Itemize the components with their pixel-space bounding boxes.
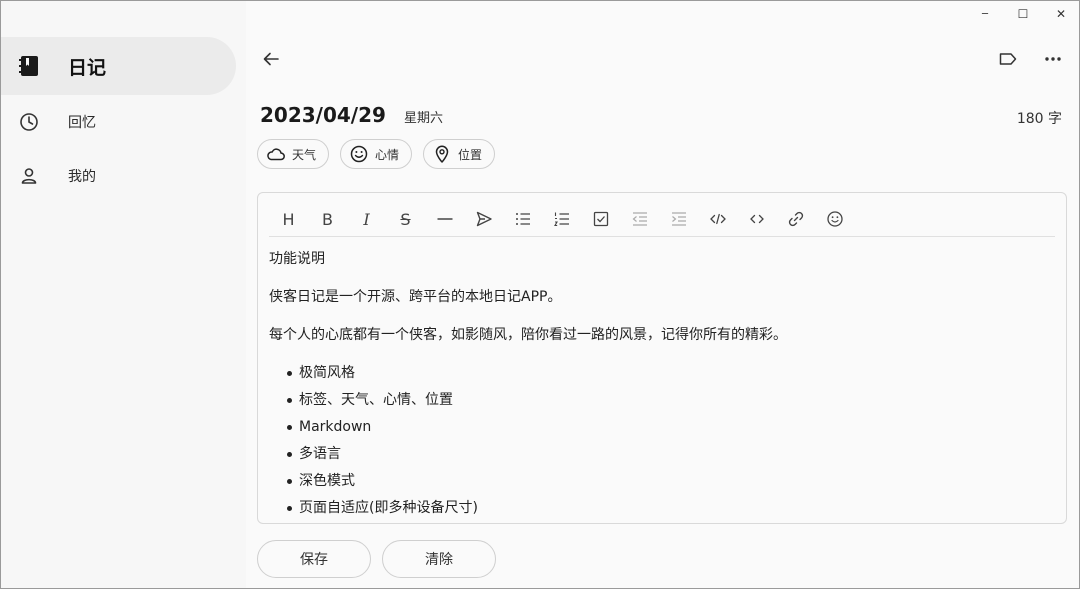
list-item: 页面自适应(即多种设备尺寸)	[285, 498, 1054, 523]
chip-label: 心情	[375, 147, 400, 162]
sidebar-item-label: 日记	[68, 56, 107, 79]
inline-code-button[interactable]	[737, 205, 776, 233]
list-item: 深色模式	[285, 471, 1054, 498]
link-button[interactable]	[776, 205, 815, 233]
code-block-button[interactable]	[698, 205, 737, 233]
sidebar-item-memories[interactable]: 回忆	[0, 93, 236, 151]
word-count: 180 字	[1016, 111, 1062, 127]
chip-label: 位置	[458, 147, 483, 162]
paragraph: 功能说明	[269, 251, 325, 267]
emoji-icon	[826, 211, 843, 227]
sidebar-item-label: 我的	[68, 169, 96, 185]
ordered-list-icon	[553, 212, 569, 227]
more-horizontal-icon	[1045, 57, 1061, 61]
list-item: 标签、天气、心情、位置	[285, 390, 1054, 417]
bullet-list-button[interactable]	[503, 205, 542, 233]
entry-weekday: 星期六	[403, 111, 443, 126]
clear-button[interactable]: 清除	[382, 540, 496, 578]
send-button[interactable]	[464, 205, 503, 233]
ordered-list-button[interactable]	[542, 205, 581, 233]
entry-date[interactable]: 2023/04/29	[260, 103, 386, 127]
mood-chip[interactable]: 心情	[340, 139, 413, 169]
sidebar: 日记 回忆 我的	[0, 0, 246, 589]
horizontal-rule-button[interactable]	[425, 205, 464, 233]
link-icon	[788, 211, 803, 227]
code-block-icon	[709, 213, 726, 225]
arrow-left-icon	[263, 52, 279, 66]
editor-toolbar: H B I S	[269, 202, 1055, 237]
bold-button[interactable]: B	[308, 205, 347, 233]
location-pin-icon	[432, 144, 452, 164]
save-button[interactable]: 保存	[257, 540, 371, 578]
inline-code-icon	[749, 214, 764, 224]
list-item: 多语言	[285, 444, 1054, 471]
entry-meta-chips: 天气 心情 位置	[257, 139, 496, 169]
cloud-icon	[266, 144, 286, 164]
tag-icon	[999, 53, 1017, 65]
horizontal-rule-icon	[437, 218, 452, 220]
markdown-editor[interactable]: H B I S 功能说明 侠客日记是一个开源、跨平台的本地日记APP。 每个人的…	[257, 192, 1067, 524]
action-buttons: 保存 清除	[257, 540, 496, 578]
back-button[interactable]	[258, 46, 284, 72]
chip-label: 天气	[292, 147, 317, 162]
indent-button[interactable]	[659, 205, 698, 233]
sidebar-item-diary[interactable]: 日记	[0, 37, 236, 95]
editor-content[interactable]: 功能说明 侠客日记是一个开源、跨平台的本地日记APP。 每个人的心底都有一个侠客…	[269, 249, 1054, 523]
sidebar-item-label: 回忆	[68, 115, 96, 131]
outdent-button[interactable]	[620, 205, 659, 233]
list-item: Markdown	[285, 417, 1054, 444]
date-header: 2023/04/29 星期六	[260, 103, 443, 127]
italic-button[interactable]: I	[347, 205, 386, 233]
sidebar-item-mine[interactable]: 我的	[0, 147, 236, 205]
outdent-icon	[632, 212, 647, 226]
main-panel: 2023/04/29 星期六 180 字 天气 心情 位置 H B I S 功能…	[246, 0, 1080, 589]
checkbox-icon	[593, 211, 608, 227]
weather-chip[interactable]: 天气	[257, 139, 330, 169]
location-chip[interactable]: 位置	[423, 139, 496, 169]
clock-icon	[18, 111, 40, 133]
paragraph: 每个人的心底都有一个侠客，如影随风，陪你看过一路的风景，记得你所有的精彩。	[269, 327, 787, 343]
checkbox-button[interactable]	[581, 205, 620, 233]
feature-list: 极简风格 标签、天气、心情、位置 Markdown 多语言 深色模式 页面自适应…	[269, 363, 1054, 523]
heading-button[interactable]: H	[269, 205, 308, 233]
person-icon	[18, 165, 40, 187]
list-item: 极简风格	[285, 363, 1054, 390]
indent-icon	[671, 212, 686, 226]
tag-button[interactable]	[995, 46, 1021, 72]
strikethrough-button[interactable]: S	[386, 205, 425, 233]
emoji-button[interactable]	[815, 205, 854, 233]
more-button[interactable]	[1040, 46, 1066, 72]
diary-book-icon	[18, 55, 40, 77]
paragraph: 侠客日记是一个开源、跨平台的本地日记APP。	[269, 289, 562, 305]
bullet-list-icon	[515, 213, 530, 225]
send-icon	[476, 211, 492, 227]
smiley-icon	[349, 144, 369, 164]
